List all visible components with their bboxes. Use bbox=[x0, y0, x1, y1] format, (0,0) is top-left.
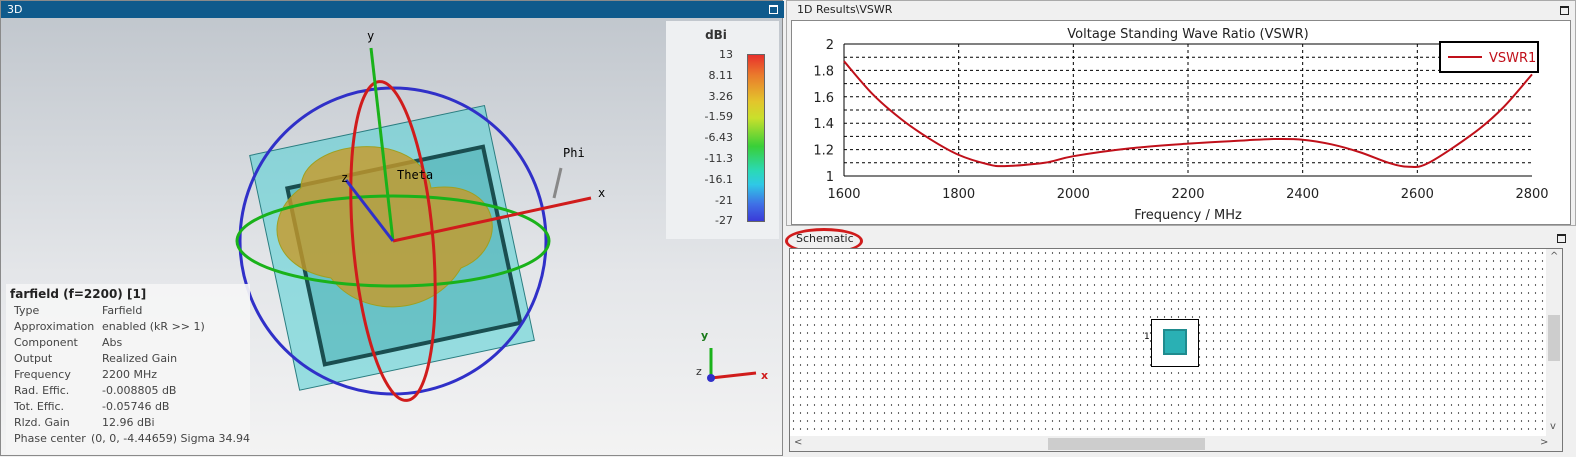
triad-y: y bbox=[701, 329, 708, 342]
y-tick-label: 1.2 bbox=[813, 144, 834, 159]
info-value: Realized Gain bbox=[102, 352, 178, 365]
legend-unit: dBi bbox=[705, 28, 727, 42]
legend-tick: 3.26 bbox=[708, 89, 734, 103]
info-row: Type Farfield bbox=[6, 304, 250, 320]
maximize-icon[interactable] bbox=[769, 5, 778, 14]
triad-z: z bbox=[696, 365, 702, 378]
info-key: Approximation bbox=[14, 320, 95, 333]
x-tick-label: 2200 bbox=[1171, 187, 1204, 202]
info-value: -0.05746 dB bbox=[102, 400, 170, 413]
x-tick-label: 1600 bbox=[827, 187, 860, 202]
triad-x: x bbox=[761, 369, 768, 382]
info-row: Phase center (0, 0, -4.44659) Sigma 34.94 bbox=[6, 432, 250, 448]
maximize-icon[interactable] bbox=[1560, 6, 1569, 15]
horizontal-scrollbar[interactable]: < > bbox=[790, 436, 1562, 451]
chart-title: Voltage Standing Wave Ratio (VSWR) bbox=[1067, 27, 1308, 42]
y-tick-label: 1.8 bbox=[813, 64, 834, 79]
scroll-thumb[interactable] bbox=[1548, 315, 1560, 361]
axis-label-z: z bbox=[341, 171, 348, 185]
vswr-chart[interactable]: Voltage Standing Wave Ratio (VSWR) 1600 18… bbox=[791, 20, 1571, 225]
legend-tick: 13 bbox=[719, 48, 733, 61]
info-row: Approximation enabled (kR >> 1) bbox=[6, 320, 250, 336]
legend-tick: -16.1 bbox=[704, 172, 733, 186]
color-legend: dBi 13 8.11 3.26 -1.59 -6.43 -11.3 -16.1 -21 -27 bbox=[666, 21, 779, 239]
legend-tick: -11.3 bbox=[704, 152, 733, 165]
axis-label-y: y bbox=[367, 29, 374, 43]
colorbar bbox=[747, 54, 765, 222]
scroll-thumb[interactable] bbox=[1048, 438, 1205, 450]
legend-tick: -21 bbox=[715, 193, 733, 207]
info-key: Type bbox=[14, 304, 40, 317]
schematic-tab[interactable]: Schematic bbox=[796, 232, 854, 245]
x-tick-label: 2400 bbox=[1286, 187, 1319, 202]
3d-panel-title: 3D bbox=[7, 3, 23, 16]
info-key: Phase center bbox=[14, 432, 86, 445]
info-row: Frequency 2200 MHz bbox=[6, 368, 250, 384]
axis-triad: y x z bbox=[696, 329, 768, 382]
vertical-scrollbar[interactable]: ^ v bbox=[1546, 249, 1562, 437]
y-tick-label: 1.6 bbox=[813, 91, 834, 106]
info-key: Rlzd. Gain bbox=[14, 416, 70, 429]
schematic-header: Schematic bbox=[785, 228, 1576, 254]
y-tick-label: 1 bbox=[826, 170, 834, 185]
info-heading: farfield (f=2200) [1] bbox=[10, 287, 147, 301]
port-label: 1 bbox=[1144, 332, 1150, 342]
phi-label: Phi bbox=[563, 146, 585, 160]
farfield-info-box: farfield (f=2200) [1] Type Farfield Approx… bbox=[6, 284, 250, 454]
y-tick-label: 1.4 bbox=[813, 117, 834, 132]
y-tick-label: 2 bbox=[826, 38, 834, 53]
info-row: Rad. Effic. -0.008805 dB bbox=[6, 384, 250, 400]
series-line-VSWR1 bbox=[843, 60, 1533, 169]
schematic-canvas[interactable]: 1 ^ v < > bbox=[789, 248, 1563, 452]
legend-tick: -6.43 bbox=[704, 131, 733, 145]
block-icon bbox=[1163, 329, 1187, 355]
antenna-block[interactable] bbox=[1151, 319, 1199, 367]
theta-label: Theta bbox=[397, 168, 433, 182]
info-key: Component bbox=[14, 336, 78, 349]
maximize-icon[interactable] bbox=[1557, 234, 1566, 243]
info-value: 2200 MHz bbox=[102, 368, 158, 381]
x-tick-label: 2000 bbox=[1057, 187, 1090, 202]
info-row: Output Realized Gain bbox=[6, 352, 250, 368]
info-key: Frequency bbox=[14, 368, 71, 381]
info-key: Rad. Effic. bbox=[14, 384, 70, 397]
x-tick-label: 2800 bbox=[1515, 187, 1548, 202]
3d-panel-titlebar: 3D bbox=[1, 1, 784, 18]
x-axis-label: Frequency / MHz bbox=[1134, 208, 1242, 223]
results-panel-title: 1D Results\VSWR bbox=[797, 3, 893, 16]
info-value: Farfield bbox=[102, 304, 143, 317]
vswr-results-panel: 1D Results\VSWR Voltage Standing Wave Ra… bbox=[786, 0, 1576, 226]
info-value: Abs bbox=[102, 336, 123, 349]
axis-label-x: x bbox=[598, 186, 605, 200]
legend-tick: 8.11 bbox=[708, 68, 734, 82]
3d-view-panel[interactable]: 3D y x z Theta Phi y x z dBi 13 8.11 3.2… bbox=[0, 0, 784, 456]
info-key: Output bbox=[14, 352, 53, 365]
legend-tick: -27 bbox=[715, 214, 733, 228]
info-value: (0, 0, -4.44659) Sigma 34.94 bbox=[91, 432, 250, 445]
x-tick-label: 1800 bbox=[942, 187, 975, 202]
info-value: 12.96 dBi bbox=[102, 416, 155, 429]
info-value: enabled (kR >> 1) bbox=[102, 320, 205, 333]
x-tick-label: 2600 bbox=[1401, 187, 1434, 202]
info-key: Tot. Effic. bbox=[14, 400, 65, 413]
info-row: Tot. Effic. -0.05746 dB bbox=[6, 400, 250, 416]
legend-label: VSWR1 bbox=[1489, 51, 1536, 66]
info-row: Rlzd. Gain 12.96 dBi bbox=[6, 416, 250, 432]
info-value: -0.008805 dB bbox=[102, 384, 177, 397]
info-row: Component Abs bbox=[6, 336, 250, 352]
legend-tick: -1.59 bbox=[704, 110, 733, 124]
